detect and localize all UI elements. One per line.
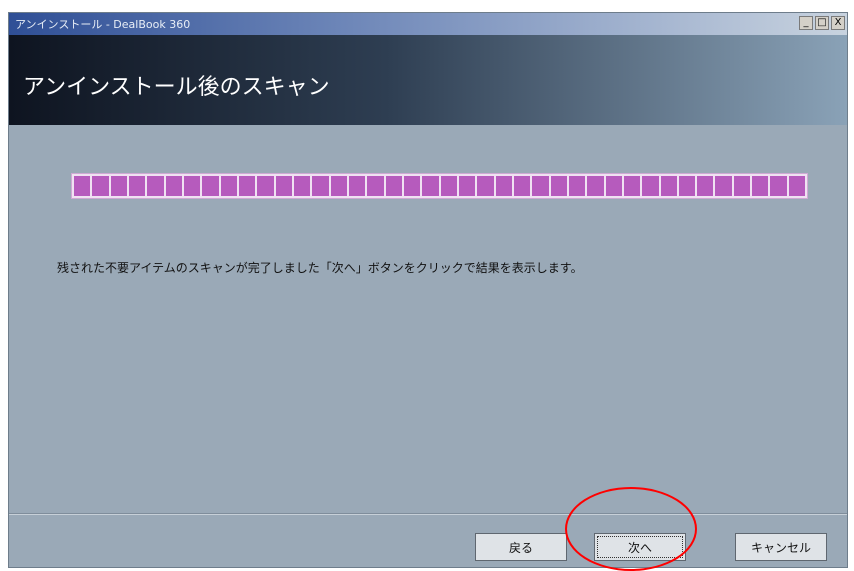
progress-segment (788, 176, 806, 196)
window-title: アンインストール - DealBook 360 (15, 18, 191, 31)
progress-segment (660, 176, 677, 196)
progress-segment (495, 176, 512, 196)
progress-segment (532, 176, 549, 196)
footer-divider (9, 513, 847, 514)
progress-segment (403, 176, 421, 196)
progress-segment (367, 176, 384, 196)
progress-segment (110, 176, 127, 196)
progress-segment (385, 176, 402, 196)
progress-segment (312, 176, 329, 196)
progress-segment (183, 176, 201, 196)
minimize-button[interactable]: _ (799, 16, 813, 30)
progress-segment (458, 176, 476, 196)
progress-segment (440, 176, 457, 196)
progress-segment (165, 176, 182, 196)
next-button[interactable]: 次へ (594, 533, 686, 561)
page-title: アンインストール後のスキャン (23, 75, 330, 100)
progress-segment (605, 176, 622, 196)
progress-segment (238, 176, 256, 196)
progress-segment (348, 176, 366, 196)
progress-segment (752, 176, 769, 196)
progress-segment (642, 176, 659, 196)
cancel-button[interactable]: キャンセル (735, 533, 827, 561)
progress-segment (220, 176, 237, 196)
progress-segment (568, 176, 586, 196)
progress-segment (92, 176, 109, 196)
progress-segment (128, 176, 146, 196)
progress-segment (678, 176, 696, 196)
progress-segment (74, 176, 91, 196)
progress-segment (697, 176, 714, 196)
back-button[interactable]: 戻る (475, 533, 567, 561)
progress-segment (293, 176, 311, 196)
progress-segment (623, 176, 641, 196)
uninstaller-window: アンインストール - DealBook 360 _ □ X アンインストール後の… (8, 12, 848, 568)
status-message: 残された不要アイテムのスキャンが完了しました「次へ」ボタンをクリックで結果を表示… (57, 261, 583, 275)
progress-segment (202, 176, 219, 196)
close-button[interactable]: X (831, 16, 845, 30)
progress-segment (147, 176, 164, 196)
title-bar[interactable]: アンインストール - DealBook 360 _ □ X (9, 13, 847, 35)
progress-segment (770, 176, 787, 196)
progress-segment (477, 176, 494, 196)
wizard-header: アンインストール後のスキャン (9, 35, 847, 125)
progress-segment (733, 176, 751, 196)
progress-segment (587, 176, 604, 196)
progress-segment (422, 176, 439, 196)
progress-segment (715, 176, 732, 196)
progress-segment (275, 176, 292, 196)
progress-segment (550, 176, 567, 196)
progress-segment (330, 176, 347, 196)
maximize-button[interactable]: □ (815, 16, 829, 30)
progress-segment (257, 176, 274, 196)
window-controls: _ □ X (799, 16, 845, 30)
progress-segment (513, 176, 531, 196)
scan-progress-bar (71, 173, 808, 199)
